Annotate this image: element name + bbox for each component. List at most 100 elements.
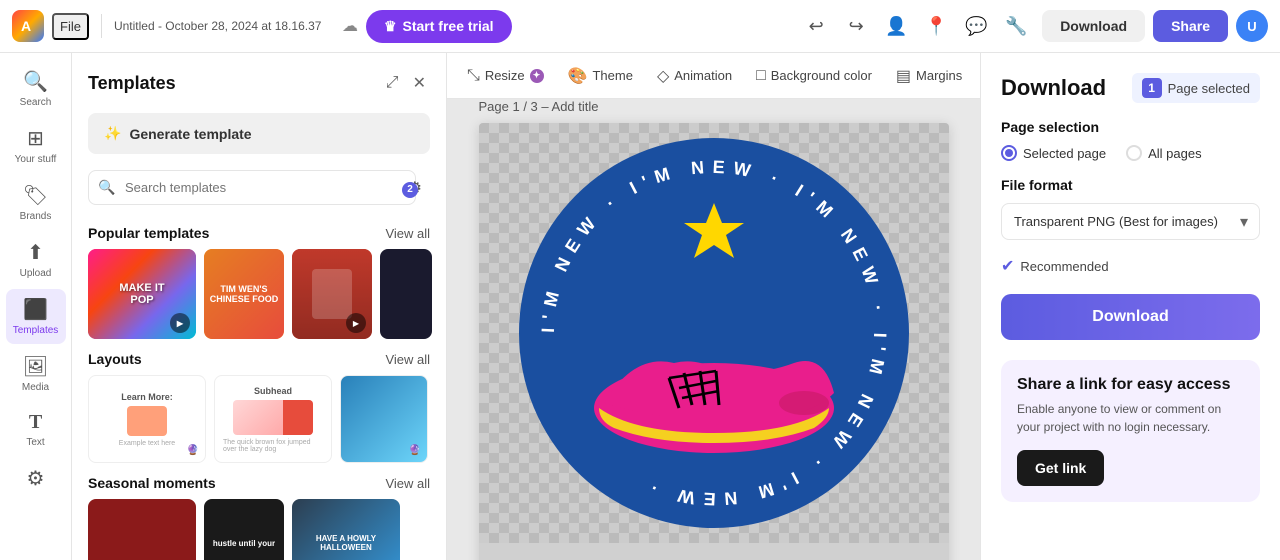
templates-panel: Templates ⤢ ✕ ✨ Generate template 🔍 ⚙ 2 … xyxy=(72,53,447,560)
animation-icon: ◇ xyxy=(657,66,669,86)
radio-group: Selected page All pages xyxy=(1001,145,1260,161)
template-portrait[interactable]: ▶ xyxy=(292,249,372,339)
margins-icon: ▤ xyxy=(896,66,911,86)
toolbar-animation[interactable]: ◇ Animation xyxy=(649,60,740,92)
popular-section-header: Popular templates View all xyxy=(72,213,446,249)
start-trial-button[interactable]: ♛ Start free trial xyxy=(366,10,512,43)
layout-photo[interactable]: 🔮 xyxy=(340,375,428,463)
close-panel-button[interactable]: ✕ xyxy=(409,69,430,97)
layout-subhead[interactable]: Subhead The quick brown fox jumped over … xyxy=(214,375,332,463)
topbar: A File Untitled - October 28, 2024 at 18… xyxy=(0,0,1280,53)
comment-button[interactable]: 💬 xyxy=(958,8,994,44)
download-panel-inner: Download 1 Page selected Page selection … xyxy=(981,53,1280,560)
topbar-icon-group: ↩ ↪ 👤 📍 💬 🔧 xyxy=(798,8,1034,44)
redo-button[interactable]: ↪ xyxy=(838,8,874,44)
get-link-button[interactable]: Get link xyxy=(1017,450,1104,486)
popular-view-all[interactable]: View all xyxy=(385,226,430,241)
generate-template-button[interactable]: ✨ Generate template xyxy=(88,113,430,154)
sidebar-item-label: Templates xyxy=(13,325,59,336)
popular-section-title: Popular templates xyxy=(88,225,209,241)
popular-templates-row: MAKE ITPOP ▶ TIM WEN'SCHINESE FOOD ▶ xyxy=(72,249,446,339)
sidebar-item-media[interactable]: 🖼 Media xyxy=(6,346,66,401)
account-button[interactable]: 👤 xyxy=(878,8,914,44)
recommended-row: ✔ Recommended xyxy=(1001,256,1260,276)
sidebar-item-upload[interactable]: ⬆ Upload xyxy=(6,232,66,287)
toolbar-background-color[interactable]: □ Background color xyxy=(748,61,880,91)
text-icon: T xyxy=(29,411,42,434)
seasonal-section-title: Seasonal moments xyxy=(88,475,216,491)
search-bar-wrap: 🔍 ⚙ 2 xyxy=(88,170,430,205)
sidebar-item-label: Brands xyxy=(20,211,52,222)
format-select[interactable]: Transparent PNG (Best for images) JPG PD… xyxy=(1001,203,1260,240)
check-icon: ✔ xyxy=(1001,256,1014,276)
layouts-section-title: Layouts xyxy=(88,351,142,367)
canvas-area: ⤡ Resize ✦ 🎨 Theme ◇ Animation □ Backgro… xyxy=(447,53,980,560)
canvas-scroll[interactable]: Page 1 / 3 – Add title I xyxy=(447,99,980,560)
resize-icon: ⤡ xyxy=(467,67,480,85)
page-selected-badge: 1 Page selected xyxy=(1132,73,1260,103)
main-area: 🔍 Search ⊞ Your stuff 🏷 Brands ⬆ Upload … xyxy=(0,53,1280,560)
recommended-label: Recommended xyxy=(1020,259,1108,274)
file-format-section: File format Transparent PNG (Best for im… xyxy=(1001,177,1260,240)
sidebar-item-text[interactable]: T Text xyxy=(6,403,66,456)
svg-text:A: A xyxy=(21,18,31,34)
templates-icon: ⬛ xyxy=(23,297,48,322)
canvas-page[interactable]: I'M NEW · I'M NEW · I'M NEW · I'M NEW · … xyxy=(479,123,949,560)
play-icon: ▶ xyxy=(346,313,366,333)
location-button[interactable]: 📍 xyxy=(918,8,954,44)
download-panel-header: Download 1 Page selected xyxy=(1001,73,1260,103)
canvas-toolbar: ⤡ Resize ✦ 🎨 Theme ◇ Animation □ Backgro… xyxy=(447,53,980,99)
sidebar-item-label: Your stuff xyxy=(15,154,57,165)
sidebar-item-your-stuff[interactable]: ⊞ Your stuff xyxy=(6,118,66,173)
seasonal-template-1[interactable] xyxy=(88,499,196,560)
radio-selected-page[interactable]: Selected page xyxy=(1001,145,1106,161)
toolbar-margins[interactable]: ▤ Margins xyxy=(888,60,970,92)
sidebar-item-brands[interactable]: 🏷 Brands xyxy=(6,175,66,230)
sidebar-item-search[interactable]: 🔍 Search xyxy=(6,61,66,116)
layouts-view-all[interactable]: View all xyxy=(385,352,430,367)
filter-button[interactable]: ⚙ 2 xyxy=(408,178,422,198)
toolbar-resize[interactable]: ⤡ Resize ✦ xyxy=(459,61,552,91)
template-chinese-food[interactable]: TIM WEN'SCHINESE FOOD xyxy=(204,249,284,339)
canva-logo: A xyxy=(12,10,44,42)
page-label: Page 1 / 3 – Add title xyxy=(479,99,599,114)
download-button[interactable]: Download xyxy=(1042,10,1145,42)
radio-selected-indicator xyxy=(1001,145,1017,161)
layouts-section-header: Layouts View all xyxy=(72,339,446,375)
layouts-row: Learn More: Example text here 🔮 Subhead … xyxy=(72,375,446,463)
template-pop[interactable]: MAKE ITPOP ▶ xyxy=(88,249,196,339)
expand-panel-button[interactable]: ⤢ xyxy=(382,69,403,97)
seasonal-template-3[interactable]: HAVE A HOWLY HALLOWEEN xyxy=(292,499,400,560)
format-select-wrap: Transparent PNG (Best for images) JPG PD… xyxy=(1001,203,1260,240)
page-selection-title: Page selection xyxy=(1001,119,1260,135)
seasonal-template-2[interactable]: hustle until your xyxy=(204,499,284,560)
share-link-section: Share a link for easy access Enable anyo… xyxy=(1001,360,1260,502)
file-menu[interactable]: File xyxy=(52,13,89,40)
search-input[interactable] xyxy=(88,170,416,205)
sidebar-item-templates[interactable]: ⬛ Templates xyxy=(6,289,66,344)
page-selected-number: 1 xyxy=(1142,78,1162,98)
download-action-button[interactable]: Download xyxy=(1001,294,1260,340)
shoe-design: I'M NEW · I'M NEW · I'M NEW · I'M NEW · … xyxy=(479,123,949,543)
seasonal-row: hustle until your HAVE A HOWLY HALLOWEEN xyxy=(72,499,446,560)
undo-button[interactable]: ↩ xyxy=(798,8,834,44)
tools-button[interactable]: 🔧 xyxy=(998,8,1034,44)
brand-icon: 🏷 xyxy=(23,183,48,208)
panel-scroll[interactable]: Popular templates View all MAKE ITPOP ▶ … xyxy=(72,213,446,560)
seasonal-view-all[interactable]: View all xyxy=(385,476,430,491)
radio-all-indicator xyxy=(1126,145,1142,161)
template-dark[interactable] xyxy=(380,249,432,339)
share-button[interactable]: Share xyxy=(1153,10,1228,42)
sidebar-item-apps[interactable]: ⚙ xyxy=(6,458,66,502)
filter-badge: 2 xyxy=(402,182,418,198)
share-link-title: Share a link for easy access xyxy=(1017,376,1244,394)
toolbar-theme[interactable]: 🎨 Theme xyxy=(560,60,641,92)
panel-title: Templates xyxy=(88,73,176,94)
upload-icon: ⬆ xyxy=(27,240,44,265)
theme-icon: 🎨 xyxy=(568,66,588,86)
panel-header-icons: ⤢ ✕ xyxy=(382,69,430,97)
radio-all-pages[interactable]: All pages xyxy=(1126,145,1201,161)
resize-badge: ✦ xyxy=(530,69,544,83)
seasonal-section-header: Seasonal moments View all xyxy=(72,463,446,499)
layout-learn-more[interactable]: Learn More: Example text here 🔮 xyxy=(88,375,206,463)
